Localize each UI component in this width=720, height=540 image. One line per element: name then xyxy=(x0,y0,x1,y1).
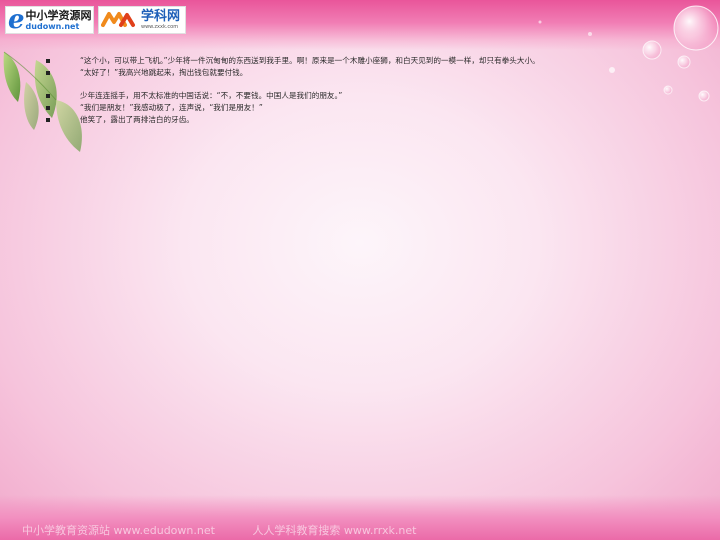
footer-left-link[interactable]: 中小学教育资源站 www.edudown.net xyxy=(22,524,215,537)
slide-content: “这个小，可以带上飞机。”少年将一件沉甸甸的东西送到我手里。啊！原来是一个木雕小… xyxy=(30,55,650,126)
bullet-item: “我们是朋友！”我感动极了，连声说，“我们是朋友！” xyxy=(30,102,650,114)
zxxk-logo-name: 学科网 xyxy=(141,9,181,24)
bullet-item: “这个小，可以带上飞机。”少年将一件沉甸甸的东西送到我手里。啊！原来是一个木雕小… xyxy=(30,55,650,67)
dudown-logo[interactable]: e 中小学资源网 dudown.net xyxy=(5,6,94,34)
bullet-icon xyxy=(46,94,50,98)
footer-right-link[interactable]: 人人学科教育搜索 www.rrxk.net xyxy=(252,524,416,537)
bullet-item: 他笑了，露出了两排洁白的牙齿。 xyxy=(30,114,650,126)
zxxk-logo-mark xyxy=(101,12,135,27)
zxxk-logo[interactable]: 学科网 www.zxxk.com xyxy=(98,6,186,34)
bullet-item: 少年连连摇手，用不太标准的中国话说：“不，不要钱。中国人是我们的朋友。” xyxy=(30,90,650,102)
footer: 中小学教育资源站 www.edudown.net 人人学科教育搜索 www.rr… xyxy=(22,522,450,538)
slide-background: e 中小学资源网 dudown.net 学科网 www.zxxk.com “这个… xyxy=(0,0,720,540)
logo-e-mark: e xyxy=(8,5,25,35)
bullet-icon xyxy=(46,118,50,122)
bullet-list-1: “这个小，可以带上飞机。”少年将一件沉甸甸的东西送到我手里。啊！原来是一个木雕小… xyxy=(30,55,650,79)
bullet-list-2: 少年连连摇手，用不太标准的中国话说：“不，不要钱。中国人是我们的朋友。” “我们… xyxy=(30,90,650,126)
bullet-icon xyxy=(46,59,50,63)
bullet-item: “太好了！”我高兴地跳起来，掏出钱包就要付钱。 xyxy=(30,67,650,79)
dudown-logo-name: 中小学资源网 xyxy=(25,8,92,22)
bullet-icon xyxy=(46,71,50,75)
dudown-logo-domain: dudown.net xyxy=(25,21,80,31)
zxxk-logo-domain: www.zxxk.com xyxy=(141,24,179,30)
bullet-icon xyxy=(46,106,50,110)
